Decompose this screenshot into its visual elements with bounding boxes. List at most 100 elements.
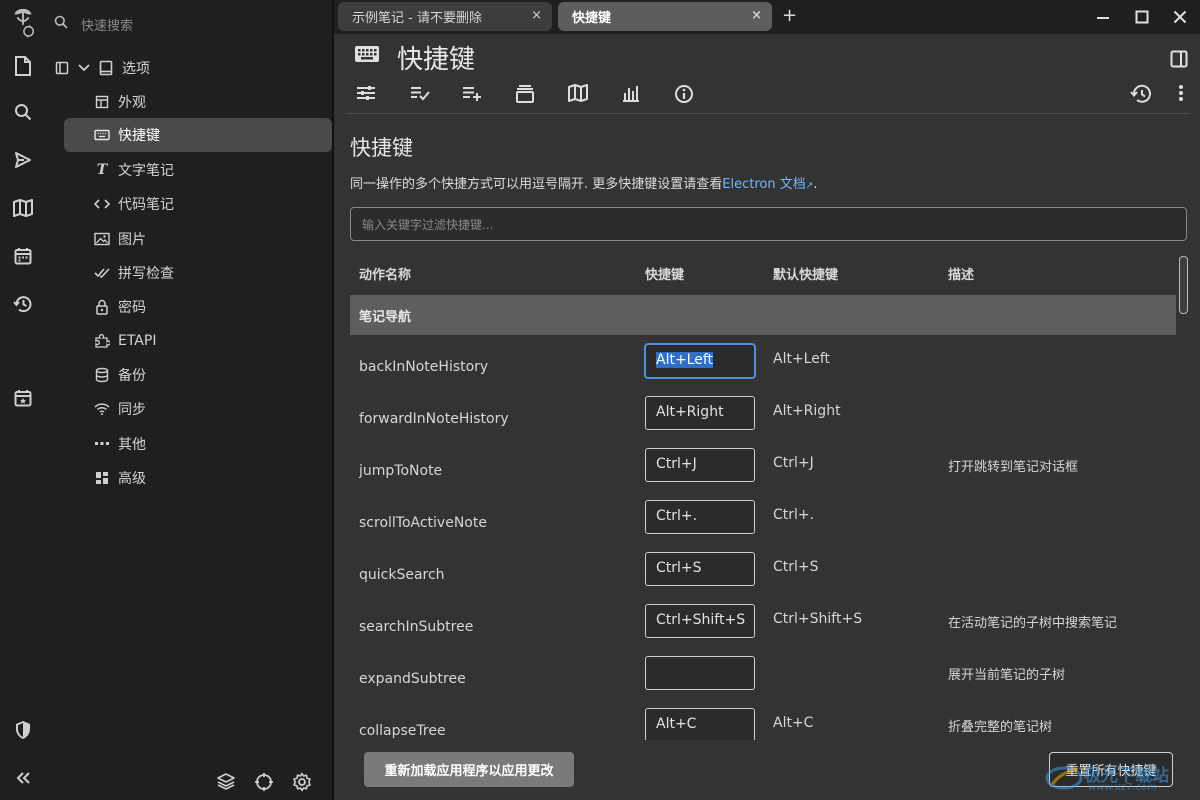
tree-item-label: 高级	[118, 471, 146, 487]
new-tab-button[interactable]: +	[782, 5, 797, 26]
column-header-default: 默认快捷键	[773, 268, 839, 283]
protected-session-icon[interactable]	[9, 716, 37, 744]
action-description: 折叠完整的笔记树	[948, 720, 1053, 735]
tree-item-label: 拼写检查	[118, 266, 174, 282]
description-end: .	[813, 177, 818, 192]
tree-item-other[interactable]: 其他	[94, 427, 146, 461]
collapse-sidebar-icon[interactable]	[9, 764, 37, 792]
note-tree-panel: 快速搜索 选项 外观 快捷键 T 文字笔记 代码笔记 图片 拼写检查 密码 ET…	[46, 0, 332, 800]
electron-docs-link[interactable]: Electron 文档↗	[722, 177, 813, 192]
gear-icon[interactable]	[292, 772, 312, 792]
close-icon[interactable]: ×	[751, 8, 762, 23]
action-name: quickSearch	[359, 567, 445, 583]
window-stack-icon[interactable]	[515, 84, 535, 104]
close-window-icon[interactable]	[1173, 10, 1187, 24]
scrollbar-thumb[interactable]	[1179, 256, 1188, 314]
tree-item-label: 快捷键	[118, 128, 160, 144]
tree-bottom-toolbar	[216, 772, 312, 792]
layers-icon[interactable]	[216, 772, 236, 792]
dots-horizontal-icon	[94, 436, 110, 452]
dashboard-icon	[94, 470, 110, 486]
table-row: backInNoteHistory Alt+Left Alt+Left	[350, 344, 1176, 396]
lock-icon	[94, 299, 110, 315]
tab-shortcuts[interactable]: 快捷键 ×	[558, 2, 772, 31]
tree-item-label: 其他	[118, 437, 146, 453]
book-icon	[98, 60, 114, 76]
list-add-icon[interactable]	[462, 84, 482, 102]
more-vertical-icon[interactable]	[1178, 84, 1184, 102]
quick-search-input[interactable]: 快速搜索	[81, 15, 133, 34]
calendar-icon[interactable]	[9, 242, 37, 270]
toggle-right-pane-icon[interactable]	[1170, 50, 1188, 68]
launcher-bar	[0, 0, 46, 800]
crosshair-icon[interactable]	[254, 772, 274, 792]
shortcut-input[interactable]: Alt+Left	[645, 344, 755, 378]
action-name: forwardInNoteHistory	[359, 411, 509, 427]
layout-icon	[94, 94, 110, 110]
history-icon[interactable]	[9, 290, 37, 318]
send-icon[interactable]	[9, 146, 37, 174]
ribbon-toolbar	[334, 78, 1200, 114]
app-logo-icon[interactable]	[9, 8, 37, 38]
default-shortcut: Ctrl+Shift+S	[773, 611, 863, 627]
tree-item-label: 文字笔记	[118, 163, 174, 179]
checklist-icon[interactable]	[410, 84, 430, 102]
maximize-icon[interactable]	[1135, 10, 1149, 24]
tree-item-sync[interactable]: 同步	[94, 392, 146, 426]
settings-sliders-icon[interactable]	[356, 84, 376, 102]
watermark-subtext: www.xz7.com	[1088, 782, 1157, 793]
tab-example-notes[interactable]: 示例笔记 - 请不要删除 ×	[338, 2, 552, 31]
search-icon[interactable]	[9, 98, 37, 126]
section-header: 笔记导航	[350, 295, 1176, 335]
history-icon[interactable]	[1130, 84, 1152, 104]
puzzle-icon	[94, 333, 110, 349]
action-name: jumpToNote	[359, 463, 443, 479]
shortcut-input[interactable]: Ctrl+.	[645, 500, 755, 534]
column-header-shortcut: 快捷键	[645, 268, 685, 283]
tree-item-code-notes[interactable]: 代码笔记	[94, 187, 174, 221]
tree-item-advanced[interactable]: 高级	[94, 461, 146, 495]
code-icon	[94, 196, 110, 212]
tree-root-options[interactable]: 选项	[54, 51, 150, 85]
table-header: 动作名称 快捷键 默认快捷键 描述	[350, 264, 1176, 284]
tree-item-text-notes[interactable]: T 文字笔记	[94, 153, 174, 187]
shortcut-input[interactable]: Ctrl+J	[645, 448, 755, 482]
database-icon	[94, 367, 110, 383]
tree-item-shortcuts[interactable]: 快捷键	[64, 118, 332, 152]
chevron-down-icon[interactable]	[76, 60, 92, 76]
action-name: collapseTree	[359, 723, 446, 739]
map-icon[interactable]	[9, 194, 37, 222]
footer-bar: 重新加载应用程序以应用更改 重置所有快捷键 极光下载站 www.xz7.com	[334, 740, 1200, 800]
close-icon[interactable]: ×	[531, 8, 542, 23]
reload-app-button[interactable]: 重新加载应用程序以应用更改	[364, 752, 574, 787]
new-note-icon[interactable]	[9, 52, 37, 80]
tree-item-label: 备份	[118, 368, 146, 384]
minimize-icon[interactable]	[1096, 11, 1110, 25]
tree-item-images[interactable]: 图片	[94, 222, 146, 256]
link-label: Electron 文档	[722, 177, 806, 192]
bar-chart-icon[interactable]	[622, 84, 640, 102]
action-name: searchInSubtree	[359, 619, 474, 635]
map-icon[interactable]	[568, 84, 588, 102]
tree-item-appearance[interactable]: 外观	[94, 85, 146, 119]
shortcut-input[interactable]	[645, 656, 755, 690]
tree-item-etapi[interactable]: ETAPI	[94, 324, 156, 358]
shortcut-filter-input[interactable]: 输入关键字过滤快捷键...	[350, 207, 1187, 241]
info-icon[interactable]	[674, 84, 694, 104]
page-description: 同一操作的多个快捷方式可以用逗号隔开. 更多快捷键设置请查看Electron 文…	[350, 173, 817, 192]
shortcut-input[interactable]: Ctrl+S	[645, 552, 755, 586]
table-row: expandSubtree 展开当前笔记的子树	[350, 656, 1176, 708]
note-title[interactable]: 快捷键	[397, 39, 475, 76]
default-shortcut: Ctrl+J	[773, 455, 814, 471]
shortcut-input[interactable]: Alt+Right	[645, 396, 755, 430]
action-name: backInNoteHistory	[359, 359, 489, 375]
quick-search[interactable]: 快速搜索	[46, 0, 332, 46]
tree-item-spellcheck[interactable]: 拼写检查	[94, 256, 174, 290]
shortcut-input[interactable]: Alt+C	[645, 708, 755, 740]
shortcut-input[interactable]: Ctrl+Shift+S	[645, 604, 755, 638]
today-calendar-icon[interactable]	[9, 384, 37, 412]
tree-item-backup[interactable]: 备份	[94, 358, 146, 392]
tree-item-password[interactable]: 密码	[94, 290, 146, 324]
table-row: collapseTree Alt+C Alt+C 折叠完整的笔记树	[350, 708, 1176, 740]
divider	[346, 113, 1190, 114]
